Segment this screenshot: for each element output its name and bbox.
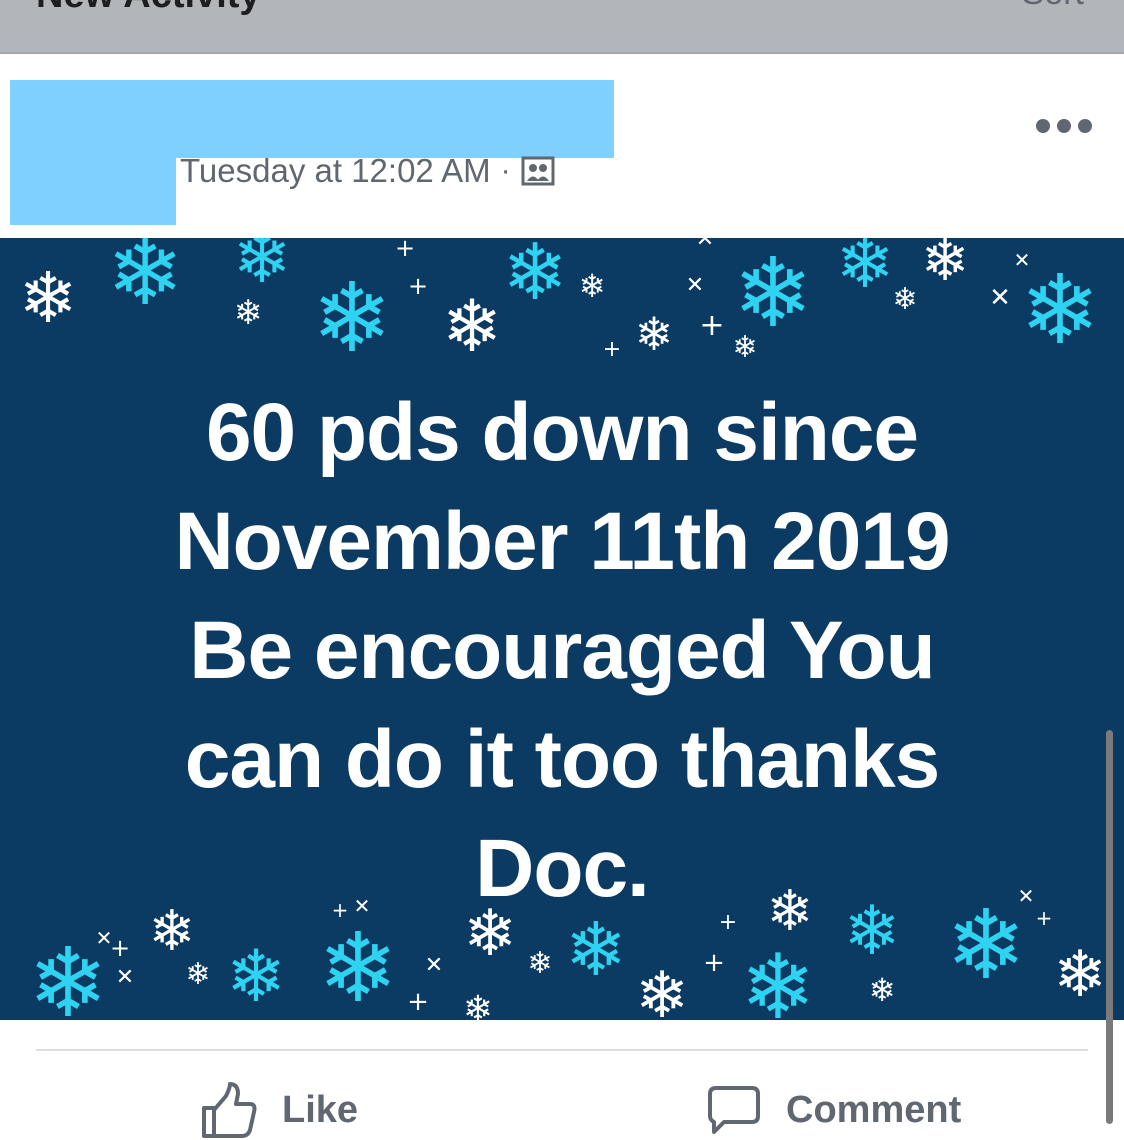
snowflake-icon: ❄ bbox=[868, 971, 896, 1009]
snowflake-icon: ❄ bbox=[225, 934, 287, 1018]
like-button[interactable]: Like bbox=[200, 1080, 358, 1140]
snowflake-icon: ❄ bbox=[502, 238, 568, 318]
snowflake-icon: ❄ bbox=[527, 946, 553, 981]
comment-button[interactable]: Comment bbox=[706, 1080, 961, 1140]
snowflake-icon: ❄ bbox=[920, 238, 970, 294]
snowflake-icon: ❄ bbox=[766, 879, 814, 944]
snowflake-icon: ❄ bbox=[148, 899, 196, 964]
header-title: New Activity bbox=[36, 0, 261, 17]
snowflake-icon: ❄ bbox=[106, 238, 184, 326]
image-text-line: Be encouraged You bbox=[189, 605, 935, 696]
post-meta: Tuesday at 12:02 AM · bbox=[180, 152, 555, 190]
post-image-text: 60 pds down since November 11th 2019 Be … bbox=[0, 378, 1124, 923]
post-image[interactable]: 60 pds down since November 11th 2019 Be … bbox=[0, 238, 1124, 1020]
image-text-line: November 11th 2019 bbox=[174, 496, 950, 587]
sparkle-icon: + bbox=[407, 272, 429, 300]
sparkle-icon: + bbox=[109, 934, 131, 962]
more-dot-icon bbox=[1078, 119, 1092, 133]
snowflake-icon: ❄ bbox=[634, 307, 674, 361]
snowflake-icon: ❄ bbox=[578, 267, 606, 305]
snowflake-icon: ❄ bbox=[462, 989, 494, 1021]
sparkle-icon: + bbox=[394, 238, 416, 262]
sparkle-icon: + bbox=[718, 910, 738, 935]
snowflake-icon: ❄ bbox=[18, 257, 78, 339]
sparkle-icon: + bbox=[699, 308, 725, 343]
snowflake-icon: ❄ bbox=[441, 284, 503, 368]
snowflake-icon: ❄ bbox=[1053, 938, 1107, 1012]
snowflake-icon: ❄ bbox=[311, 262, 393, 374]
snowflake-icon: ❄ bbox=[635, 959, 689, 1020]
sparkle-icon: ✕ bbox=[1017, 884, 1035, 908]
snowflake-icon: ❄ bbox=[233, 293, 263, 333]
snowflake-icon: ❄ bbox=[317, 912, 399, 1020]
thumbs-up-icon bbox=[202, 1082, 257, 1138]
sparkle-icon: ✕ bbox=[989, 283, 1011, 313]
snowflake-icon: ❄ bbox=[843, 892, 901, 971]
snowflake-icon: ❄ bbox=[892, 282, 918, 317]
sparkle-icon: ✕ bbox=[95, 926, 113, 950]
sparkle-icon: ✕ bbox=[695, 238, 715, 252]
snowflake-icon: ❄ bbox=[740, 935, 816, 1021]
more-dot-icon bbox=[1057, 119, 1071, 133]
scrollbar[interactable] bbox=[1106, 730, 1113, 1124]
top-header: New Activity Sort bbox=[0, 0, 1124, 54]
sparkle-icon: ✕ bbox=[685, 273, 705, 298]
group-icon bbox=[521, 156, 555, 186]
more-options-button[interactable] bbox=[1036, 112, 1092, 140]
snowflake-icon: ❄ bbox=[564, 907, 628, 993]
sort-button[interactable]: Sort bbox=[1022, 0, 1084, 13]
meta-separator: · bbox=[500, 154, 511, 187]
redacted-avatar bbox=[10, 80, 176, 225]
sparkle-icon: + bbox=[602, 337, 622, 362]
comment-bubble-icon bbox=[708, 1086, 760, 1134]
sparkle-icon: ✕ bbox=[424, 953, 444, 978]
snowflake-icon: ❄ bbox=[835, 238, 895, 304]
snowflake-icon: ❄ bbox=[945, 889, 1027, 1001]
action-divider bbox=[36, 1049, 1088, 1051]
image-text-line: can do it too thanks bbox=[184, 714, 940, 805]
image-text-line: 60 pds down since bbox=[205, 387, 919, 478]
snowflake-icon: ❄ bbox=[185, 957, 211, 992]
sparkle-icon: ✕ bbox=[1013, 248, 1031, 272]
snowflake-icon: ❄ bbox=[732, 238, 814, 349]
sparkle-icon: + bbox=[703, 948, 725, 978]
more-dot-icon bbox=[1036, 119, 1050, 133]
like-label: Like bbox=[282, 1088, 359, 1131]
sparkle-icon: + bbox=[1035, 906, 1053, 930]
sparkle-icon: + bbox=[407, 987, 429, 1017]
snowflake-icon: ❄ bbox=[463, 897, 517, 971]
sparkle-icon: ✕ bbox=[353, 894, 371, 918]
comment-label: Comment bbox=[786, 1088, 962, 1131]
sparkle-icon: + bbox=[331, 898, 349, 922]
sparkle-icon: ✕ bbox=[115, 965, 135, 990]
post-timestamp[interactable]: Tuesday at 12:02 AM bbox=[180, 152, 491, 190]
snowflake-icon: ❄ bbox=[1019, 254, 1101, 366]
snowflake-icon: ❄ bbox=[232, 238, 292, 299]
